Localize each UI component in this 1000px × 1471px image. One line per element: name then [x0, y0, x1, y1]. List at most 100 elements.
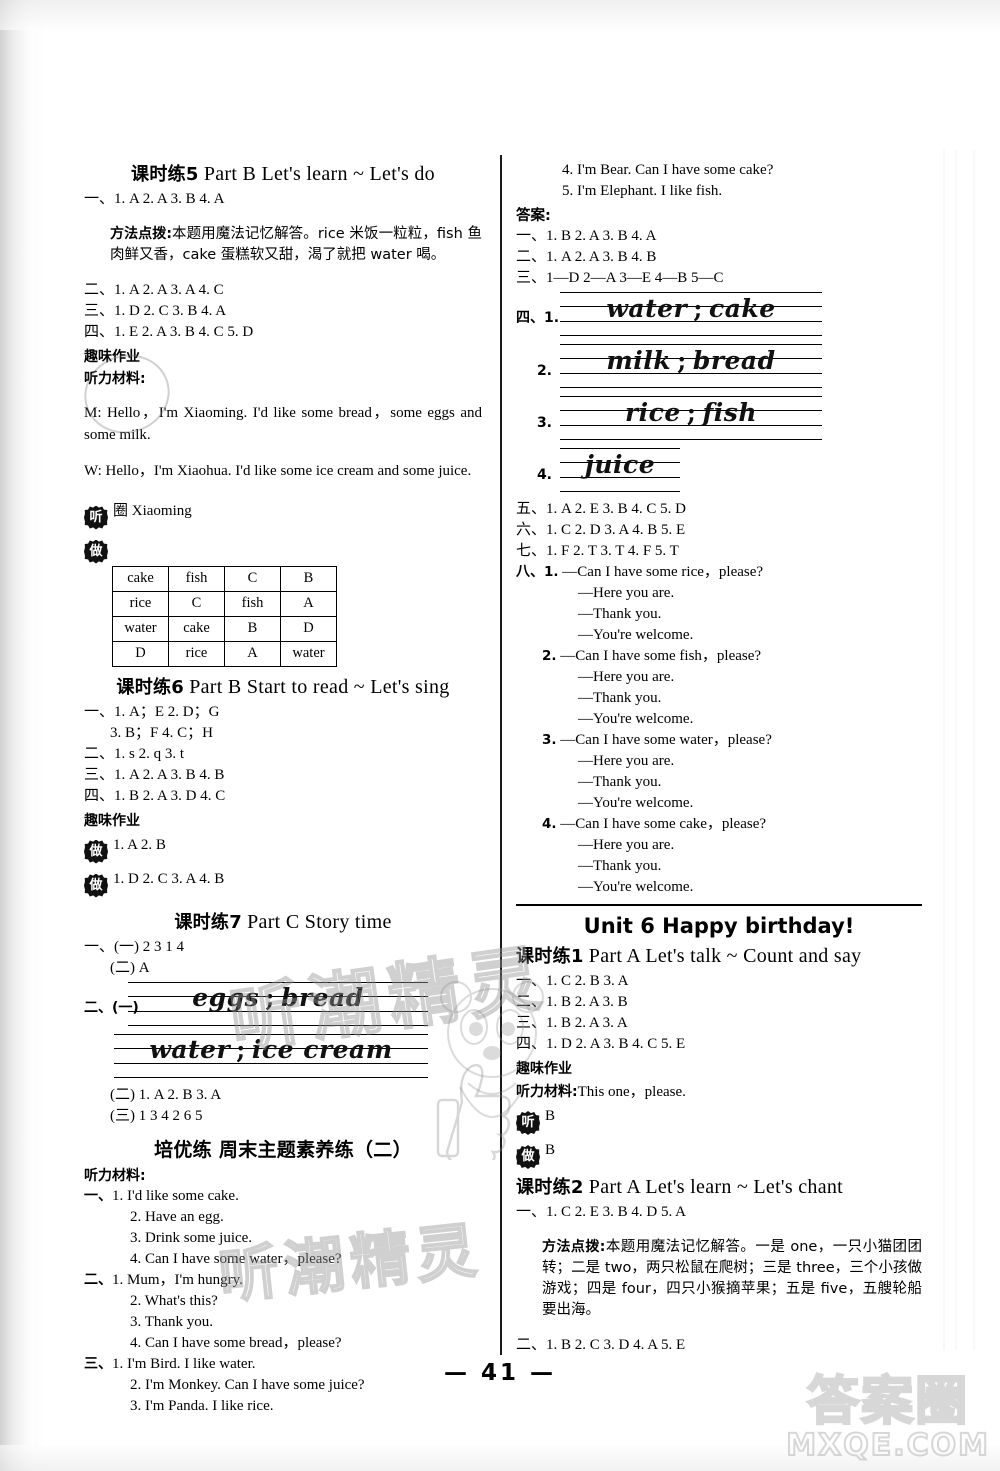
word-grid-body: cake fish C B rice C fish A water cake B… — [112, 565, 337, 667]
dialogue-4-line-4: —You're welcome. — [578, 879, 694, 895]
grid-cell: water — [112, 615, 169, 642]
unit6-l1-answer-3: 三、1. B 2. A 3. A — [516, 1015, 628, 1031]
page-number: — 41 — — [443, 1360, 557, 1386]
dialogue-line: —Can I have some fish，please? — [560, 648, 762, 664]
lesson-5-heading: 课时练5 Part B Let's learn ~ Let's do — [84, 160, 482, 186]
lesson-7-section: 课时练7 Part C Story time 一、(一) 2 3 1 4 (二)… — [84, 908, 482, 1127]
script-continuation-4: 4. I'm Bear. Can I have some cake? — [562, 162, 774, 178]
lesson-6-do-answer-1: 1. A 2. B — [113, 836, 166, 853]
dialogue-3-line-4: —You're welcome. — [578, 795, 694, 811]
lesson-5-listening-label: 听力材料: — [84, 371, 146, 387]
lesson-7-line-1: 一、(一) 2 3 1 4 — [84, 938, 184, 955]
peiyou-group-1-item-1: 一、1. I'd like some cake. — [84, 1186, 482, 1207]
lesson-6-answer-3: 三、1. A 2. A 3. B 4. B — [84, 766, 225, 783]
lesson-6-heading: 课时练6 Part B Start to read ~ Let's sing — [84, 673, 482, 699]
write-row-2: 2. milk ; bread — [516, 343, 922, 389]
peiyou-group-1-label: 一、 — [84, 1187, 112, 1204]
peiyou-group-1-item-3: 3. Drink some juice. — [130, 1229, 253, 1246]
lesson-6-heading-en: Part B Start to read ~ Let's sing — [189, 675, 450, 698]
lesson-7-line-3: (二) 1. A 2. B 3. A — [110, 1086, 222, 1103]
answer-label: 答案: — [516, 208, 551, 224]
handwriting-text: water ; cake — [560, 293, 822, 323]
lesson-5-answer-2: 二、1. A 2. A 3. A 4. C — [84, 282, 224, 298]
handwriting-text: juice — [560, 449, 680, 479]
handwriting-separator: ; — [265, 983, 275, 1012]
grid-cell: D — [112, 640, 169, 667]
right-column: 4. I'm Bear. Can I have some cake? 5. I'… — [516, 160, 922, 1356]
lesson-7-write-label: 二、(一) — [84, 999, 139, 1016]
unit6-l1-answer-1: 一、1. C 2. B 3. A — [516, 973, 629, 989]
handwriting-word-right: fish — [702, 397, 758, 427]
write-row-1: 四、1. water ; cake — [516, 291, 922, 337]
dialogue-4-line-3: —Thank you. — [578, 858, 662, 874]
lesson-7-line-4: (三) 1 3 4 2 6 5 — [110, 1107, 203, 1124]
unit6-l1-listen-row: 听B — [516, 1103, 922, 1135]
lesson-5-listen-row: 听圈 Xiaoming — [84, 498, 482, 530]
lesson-6-section: 课时练6 Part B Start to read ~ Let's sing 一… — [84, 673, 482, 898]
table-row: cake fish C B — [112, 565, 337, 592]
peiyou-item-text: 1. Mum，I'm hungry. — [112, 1271, 243, 1288]
answer-top-1: 一、1. B 2. A 3. B 4. A — [516, 228, 657, 244]
peiyou-group-2-item-2: 2. What's this? — [130, 1292, 218, 1309]
peiyou-group-1-item-2: 2. Have an egg. — [130, 1208, 224, 1225]
do-badge-icon: 做 — [84, 539, 108, 564]
handwriting-text: eggs ; bread — [128, 983, 428, 1013]
handwriting-word-left: water — [149, 1035, 231, 1064]
lesson-6-answer-1: 一、1. A；E 2. D；G — [84, 703, 220, 720]
unit6-l1-fun-label: 趣味作业 — [516, 1061, 572, 1077]
handwriting-text: rice ; fish — [560, 397, 822, 427]
handwriting-text: milk ; bread — [560, 345, 822, 375]
unit6-lesson-1-heading: 课时练1 Part A Let's talk ~ Count and say — [516, 942, 922, 968]
write-section-label: 四、1. — [516, 307, 560, 337]
write-row-2-number: 2. — [536, 363, 552, 379]
dialogue-1-line-3: —Thank you. — [578, 606, 662, 622]
lesson-5-listen-answer: 圈 Xiaoming — [113, 502, 192, 519]
handwriting-word-right: bread — [280, 983, 364, 1012]
peiyou-group-1-item-4: 4. Can I have some water，please? — [130, 1250, 342, 1267]
grid-cell: fish — [168, 565, 225, 592]
dialogue-section-label: 八、 — [516, 564, 544, 580]
dialogue-line: —Can I have some rice，please? — [562, 564, 764, 580]
write-row-3-number: 3. — [536, 415, 552, 431]
lesson-5-answer-4: 四、1. E 2. A 3. B 4. C 5. D — [84, 324, 254, 340]
handwriting-stave: rice ; fish — [560, 395, 822, 441]
site-watermark-domain: MXQE.COM — [785, 1427, 990, 1464]
lesson-7-heading-cn: 课时练7 — [174, 911, 243, 933]
word-grid-table: cake fish C B rice C fish A water cake B… — [112, 565, 337, 667]
listen-badge-icon: 听 — [84, 505, 108, 530]
dialogue-4-number: 4. — [542, 816, 557, 832]
dialogue-3-line-1: 3. —Can I have some water，please? — [516, 730, 922, 751]
dialogue-3-line-2: —Here you are. — [578, 753, 675, 769]
dialogue-2-line-1: 2. —Can I have some fish，please? — [516, 646, 922, 667]
lesson-5-do-row: 做 — [84, 532, 482, 564]
dialogue-1-line-2: —Here you are. — [578, 585, 675, 601]
dialogue-3-line-3: —Thank you. — [578, 774, 662, 790]
handwriting-word-right: cake — [708, 293, 776, 323]
lesson-6-do-row-1: 做 1. A 2. B — [84, 832, 482, 864]
lesson-6-do-answer-2: 1. D 2. C 3. A 4. B — [113, 870, 225, 887]
do-badge-icon: 做 — [84, 873, 108, 898]
handwriting-word-left: milk — [606, 345, 672, 375]
answer-mid-5: 五、1. A 2. E 3. B 4. C 5. D — [516, 501, 687, 517]
handwriting-stave: water ; cake — [560, 291, 822, 337]
dialogue-2-line-3: —Thank you. — [578, 690, 662, 706]
handwriting-word-left: eggs — [192, 983, 260, 1012]
unit6-l1-listening-row: 听力材料:This one，please. — [516, 1080, 922, 1101]
write-row-3: 3. rice ; fish — [516, 395, 922, 441]
handwriting-separator: ; — [677, 345, 687, 375]
handwriting-stave: water ; ice cream — [114, 1032, 428, 1079]
dialogue-4-line-1: 4. —Can I have some cake，please? — [516, 814, 922, 835]
dialogue-3-number: 3. — [542, 732, 557, 748]
thumbs-up-illustration — [436, 1064, 511, 1160]
lesson-6-answer-1b: 3. B；F 4. C；H — [110, 724, 213, 741]
grid-cell: cake — [112, 565, 169, 592]
dialogue-4-line-2: —Here you are. — [578, 837, 675, 853]
lesson-5-answer-1: 一、1. A 2. A 3. B 4. A — [84, 191, 225, 207]
lesson-7-handwriting-row-2: water ; ice cream — [84, 1032, 482, 1079]
grid-cell: A — [280, 590, 337, 617]
lesson-5-section: 课时练5 Part B Let's learn ~ Let's do 一、1. … — [84, 160, 482, 667]
dialogue-1-line-4: —You're welcome. — [578, 627, 694, 643]
left-column: 课时练5 Part B Let's learn ~ Let's do 一、1. … — [84, 160, 482, 1417]
lesson-5-fun-label: 趣味作业 — [84, 349, 140, 365]
answer-mid-6: 六、1. C 2. D 3. A 4. B 5. E — [516, 522, 686, 538]
